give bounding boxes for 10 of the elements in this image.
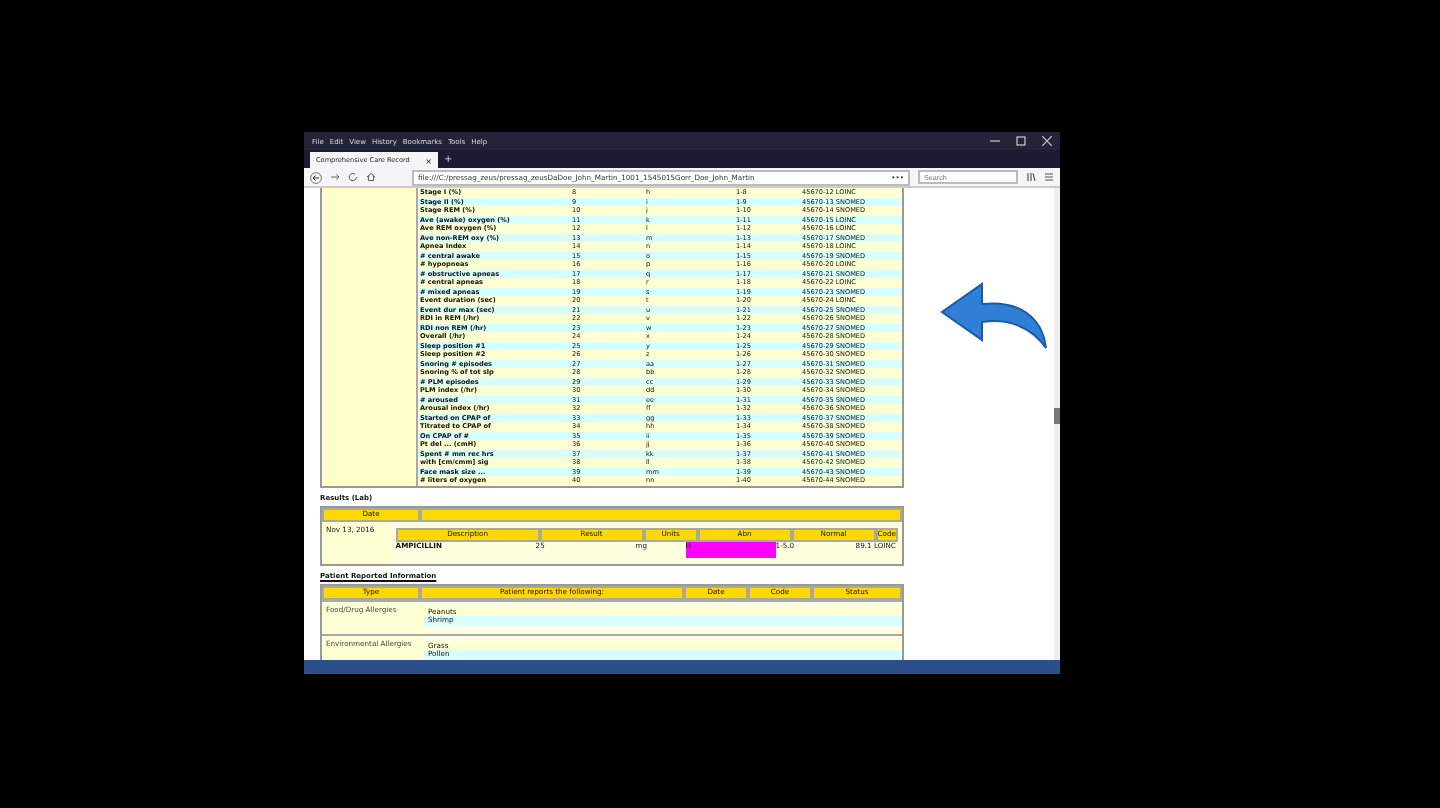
library-icon[interactable] bbox=[1026, 172, 1036, 182]
reload-icon[interactable] bbox=[348, 172, 358, 182]
scrollbar-thumb[interactable] bbox=[1054, 408, 1060, 424]
curved-arrow-icon bbox=[937, 276, 1049, 352]
minimize-icon[interactable] bbox=[990, 136, 1000, 146]
close-icon[interactable] bbox=[1042, 136, 1052, 146]
home-icon[interactable] bbox=[366, 172, 376, 182]
back-icon[interactable] bbox=[310, 171, 322, 183]
forward-icon[interactable] bbox=[330, 172, 340, 182]
maximize-icon[interactable] bbox=[1016, 136, 1026, 146]
